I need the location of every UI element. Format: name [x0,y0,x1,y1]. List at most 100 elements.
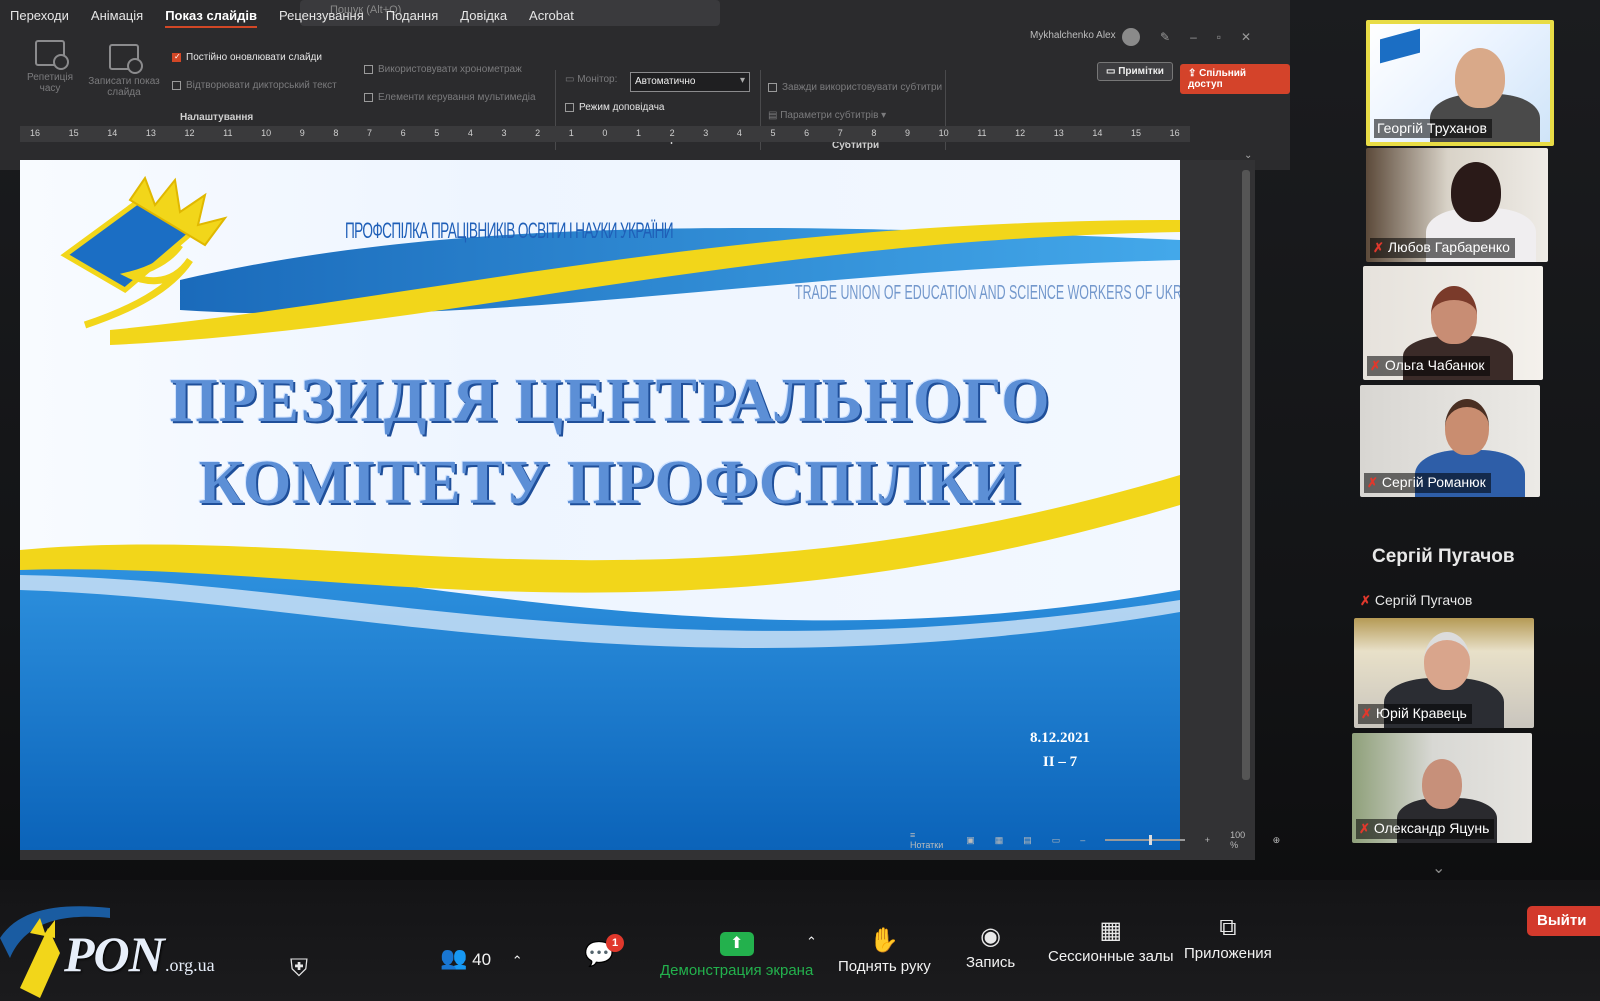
ruler-tick: 5 [770,128,776,138]
ruler-tick: 0 [602,128,608,138]
media-controls-option[interactable]: Елементи керування мультимедіа [364,92,536,103]
fit-slide-icon[interactable]: ⊕ [1273,835,1281,846]
play-narration-option[interactable]: Відтворювати дикторський текст [172,80,337,91]
checkbox-icon [364,64,373,74]
notes-toggle[interactable]: ≡ Нотатки [910,830,946,850]
slide-title-line: КОМІТЕТУ ПРОФСПІЛКИ [198,449,1022,517]
close-icon[interactable]: ✕ [1241,30,1251,44]
participant-name: ✗ Ольга Чабанюк [1367,356,1490,376]
breakout-rooms-button[interactable]: ▦ Сессионные залы [1048,916,1174,965]
record-label: Записати показ слайда [88,76,160,98]
monitor-select[interactable]: Автоматично [630,72,750,92]
ribbon-tabs: Переходи Анімація Показ слайдів Рецензув… [10,8,574,28]
participant-tile[interactable]: ✗ Любов Гарбаренко [1366,148,1548,262]
rehearse-timings-button[interactable]: Репетиція часу [24,40,76,94]
sorter-view-icon[interactable]: ▦ [995,835,1004,846]
tab-help[interactable]: Довідка [460,8,507,28]
security-button[interactable]: ⛨ [290,955,308,986]
org-name-ua: ПРОФСПІЛКА ПРАЦІВНИКІВ ОСВІТИ І НАУКИ УК… [345,218,674,243]
chevron-down-icon[interactable]: ⌄ [1432,858,1445,878]
ruler-tick: 6 [400,128,406,138]
notes-button-label: Примітки [1118,66,1164,77]
subtitles-icon: ▤ [768,110,781,121]
participant-tile[interactable]: ✗ Юрій Кравець [1354,618,1534,728]
ruler-tick: 15 [68,128,79,138]
option-label: Режим доповідача [579,102,665,113]
vertical-scrollbar[interactable] [1242,170,1250,780]
checkbox-icon [565,102,574,112]
ruler-tick: 8 [871,128,877,138]
chevron-up-icon[interactable]: ⌃ [806,934,817,950]
participants-icon: 👥 [440,945,468,970]
monitor-icon: ▭ [565,74,578,85]
ruler-tick: 11 [223,128,233,138]
share-button[interactable]: ⇪ Спільний доступ [1180,64,1290,94]
participant-name: ✗ Юрій Кравець [1358,704,1472,724]
tab-acrobat[interactable]: Acrobat [529,8,574,28]
raise-hand-button[interactable]: ✋ Поднять руку [838,926,931,975]
slide-date: 8.12.2021 [1030,730,1090,746]
option-label: Постійно оновлювати слайди [186,52,322,63]
reading-view-icon[interactable]: ▤ [1023,835,1032,846]
restore-icon[interactable]: ▫ [1217,30,1221,44]
participant-name: ✗ Сергій Пугачов [1360,592,1473,608]
participant-tile[interactable]: Георгій Труханов [1366,20,1554,146]
checkbox-icon [768,82,777,92]
subtitle-settings-button[interactable]: ▤ Параметри субтитрів ▾ [768,110,886,121]
presenter-view-option[interactable]: Режим доповідача [565,102,664,113]
chevron-up-icon[interactable]: ⌃ [512,953,523,968]
zoom-in-icon[interactable]: + [1205,835,1210,845]
always-subtitles-option[interactable]: Завжди використовувати субтитри [768,82,942,93]
avatar[interactable] [1122,28,1140,46]
share-screen-button[interactable]: ⬆ Демонстрация экрана [660,932,813,979]
zoom-level[interactable]: 100 % [1230,830,1253,850]
participant-tile[interactable]: ✗ Олександр Яцунь [1352,733,1532,843]
participants-button[interactable]: 👥 40 ⌃ [440,945,523,971]
tab-animation[interactable]: Анімація [91,8,143,28]
always-update-option[interactable]: Постійно оновлювати слайди [172,52,322,63]
notes-button[interactable]: ▭ Примітки [1097,62,1173,81]
ruler-tick: 15 [1131,128,1142,138]
ruler-tick: 14 [1092,128,1103,138]
ruler-tick: 1 [568,128,574,138]
window-controls: ✎ – ▫ ✕ [1160,30,1251,44]
apps-button[interactable]: ⧉ Приложения [1184,914,1272,962]
minimize-icon[interactable]: – [1190,30,1197,44]
ruler-tick: 10 [261,128,272,138]
breakout-label: Сессионные залы [1048,948,1174,965]
participant-tile[interactable]: ✗ Сергій Романюк [1360,385,1540,497]
slideshow-view-icon[interactable]: ▭ [1052,835,1061,846]
option-label: Елементи керування мультимедіа [378,92,536,103]
slide-canvas[interactable]: ПРОФСПІЛКА ПРАЦІВНИКІВ ОСВІТИ І НАУКИ УК… [20,160,1180,850]
option-label: Завжди використовувати субтитри [782,82,943,93]
pen-icon[interactable]: ✎ [1160,30,1170,44]
person-head [1422,759,1462,809]
tab-review[interactable]: Рецензування [279,8,364,28]
ruler-tick: 3 [501,128,507,138]
person-head [1451,162,1501,222]
participant-tile[interactable]: ✗ Ольга Чабанюк [1363,266,1543,380]
record-button[interactable]: ◉ Запись [966,922,1015,971]
option-label: Використовувати хронометраж [378,64,522,75]
tab-transitions[interactable]: Переходи [10,8,69,28]
record-slideshow-button[interactable]: Записати показ слайда [84,44,164,98]
muted-mic-icon: ✗ [1359,821,1370,836]
user-name: Mykhalchenko Alex [1030,30,1116,41]
tab-slideshow[interactable]: Показ слайдів [165,8,258,28]
muted-mic-icon: ✗ [1373,240,1384,255]
leave-button[interactable]: Выйти [1527,906,1600,936]
ruler-tick: 8 [333,128,339,138]
ruler-tick: 16 [30,128,41,138]
rehearse-icon [35,40,69,70]
zoom-out-icon[interactable]: – [1080,835,1085,845]
use-timings-option[interactable]: Використовувати хронометраж [364,64,522,75]
zoom-slider[interactable] [1105,835,1185,845]
chat-badge: 1 [606,934,624,952]
person-head [1455,48,1505,108]
tab-view[interactable]: Подання [386,8,439,28]
normal-view-icon[interactable]: ▣ [966,835,975,846]
watermark-domain: .org.ua [165,955,215,975]
monitor-label: ▭ Монітор: [565,74,618,85]
shield-icon: ⛨ [290,955,308,982]
checkbox-icon [172,80,181,90]
